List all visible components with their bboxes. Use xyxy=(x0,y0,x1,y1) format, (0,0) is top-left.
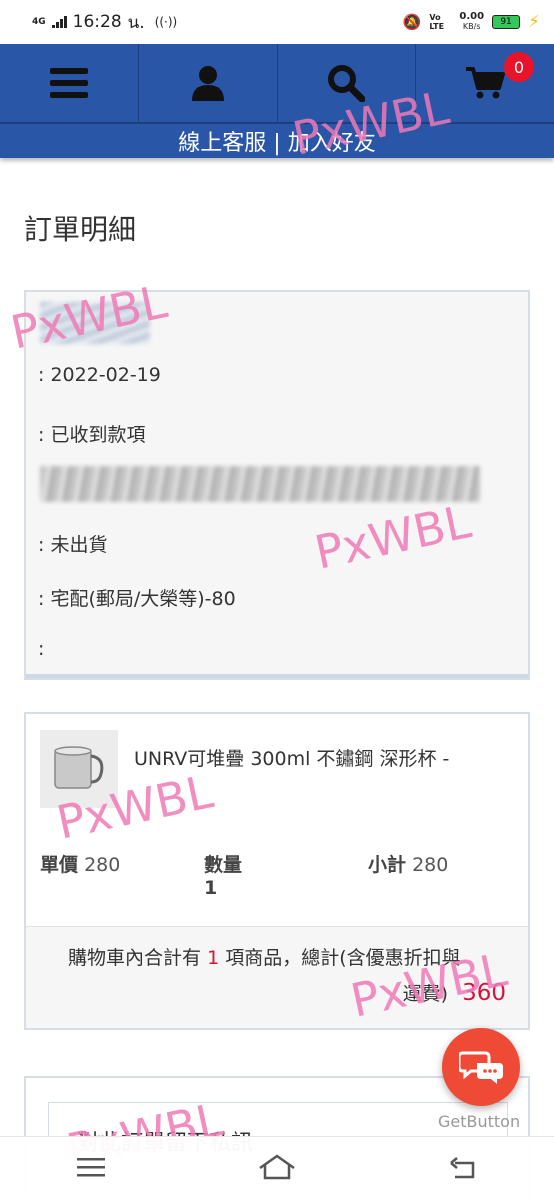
order-note: : xyxy=(38,638,45,660)
page-title: 訂單明細 xyxy=(24,213,137,246)
status-bar: 4G 16:28 น. ((·)) 🔕 Vo LTE 0.00 KB/s 91 … xyxy=(0,0,554,44)
product-thumbnail[interactable] xyxy=(40,730,118,808)
clock-suffix: น. xyxy=(127,12,145,33)
cart-icon xyxy=(466,67,506,99)
recent-apps-button[interactable] xyxy=(76,1156,105,1182)
quantity: 數量 1 xyxy=(204,854,243,899)
hotspot-icon: ((·)) xyxy=(154,15,178,29)
item-count: 1 xyxy=(207,947,220,969)
order-info-panel: : 2022-02-19 : 已收到款項 : 未出貨 : 宅配(郵局/大榮等)-… xyxy=(24,290,530,680)
summary-total: 運費) 360 xyxy=(402,980,506,1006)
account-button[interactable] xyxy=(139,44,278,122)
customer-service-link[interactable]: 線上客服 | 加入好友 xyxy=(0,122,554,158)
charging-icon: ⚡ xyxy=(528,12,540,32)
shipping-method: : 宅配(郵局/大榮等)-80 xyxy=(38,588,236,610)
battery-icon: 91 xyxy=(492,15,521,29)
product-name[interactable]: UNRV可堆疊 300ml 不鏽鋼 深形杯 - xyxy=(134,744,449,771)
clock: 16:28 xyxy=(72,12,122,32)
order-summary: 購物車內合計有 1 項商品，總計(含優惠折扣與 運費) 360 xyxy=(26,926,528,1028)
payment-status: : 已收到款項 xyxy=(38,424,146,446)
search-button[interactable] xyxy=(278,44,417,122)
subtotal: 小計 280 xyxy=(368,854,449,876)
signal-icon xyxy=(51,16,67,28)
redacted-field xyxy=(40,466,480,502)
order-item-panel: UNRV可堆疊 300ml 不鏽鋼 深形杯 - 單價 280 數量 1 小計 28… xyxy=(24,712,530,1030)
cup-icon xyxy=(54,746,104,789)
user-icon xyxy=(191,66,224,101)
panel-divider xyxy=(26,674,528,678)
getbutton-label[interactable]: GetButton xyxy=(438,1112,520,1131)
menu-button[interactable] xyxy=(0,44,139,122)
network-indicator: 4G xyxy=(32,17,46,27)
cart-count-badge: 0 xyxy=(504,52,534,82)
shipping-status: : 未出貨 xyxy=(38,534,108,556)
home-icon xyxy=(259,1153,295,1179)
unit-price: 單價 280 xyxy=(40,854,121,876)
chat-bubbles-icon xyxy=(459,1051,503,1084)
speed-indicator: 0.00 KB/s xyxy=(459,11,485,32)
hamburger-icon xyxy=(49,68,88,98)
home-button[interactable] xyxy=(258,1153,296,1184)
chat-button[interactable] xyxy=(442,1028,520,1106)
redacted-field xyxy=(40,302,150,344)
system-nav-bar xyxy=(0,1136,554,1200)
volte-indicator: Vo LTE xyxy=(429,13,445,31)
order-date: : 2022-02-19 xyxy=(38,364,161,386)
search-icon xyxy=(328,65,366,102)
summary-text: 購物車內合計有 1 項商品，總計(含優惠折扣與 xyxy=(68,947,461,969)
total-amount: 360 xyxy=(462,980,506,1006)
cart-button[interactable]: 0 xyxy=(416,44,554,122)
back-button[interactable] xyxy=(449,1155,477,1183)
recent-apps-icon xyxy=(76,1157,105,1176)
back-icon xyxy=(450,1156,475,1178)
top-nav: 0 xyxy=(0,44,554,122)
mute-icon: 🔕 xyxy=(402,13,422,31)
